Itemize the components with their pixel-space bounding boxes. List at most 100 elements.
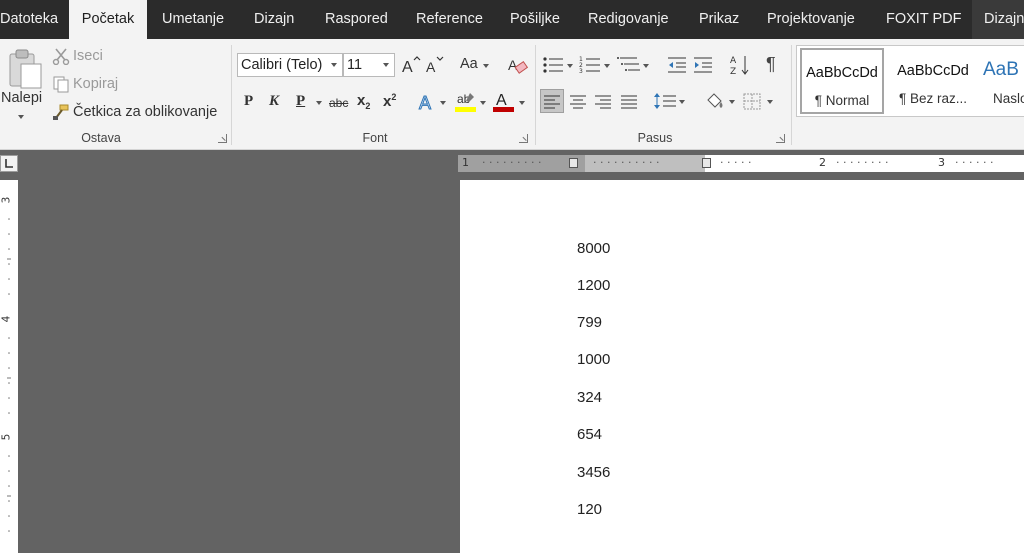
- multilevel-list-icon[interactable]: [617, 55, 641, 75]
- tab-developer[interactable]: Projektovanje: [767, 0, 855, 39]
- tab-selector-icon[interactable]: [0, 155, 18, 172]
- borders-icon[interactable]: [741, 90, 763, 112]
- bullets-icon[interactable]: [542, 55, 564, 75]
- style-heading-1[interactable]: AaB Naslo: [979, 48, 1024, 114]
- highlight-color-icon[interactable]: ab: [454, 90, 478, 114]
- document-paragraph[interactable]: 3456: [577, 464, 610, 481]
- paragraph-dialog-launcher-icon[interactable]: [776, 134, 785, 143]
- ruler-dots: · · · · · · · · ·: [482, 156, 542, 169]
- tab-review[interactable]: Redigovanje: [588, 0, 669, 39]
- underline-dropdown-icon[interactable]: [316, 101, 322, 105]
- format-painter-icon[interactable]: [52, 103, 70, 121]
- left-indent-marker[interactable]: [702, 158, 711, 168]
- superscript-button[interactable]: x2: [383, 92, 396, 110]
- tab-home[interactable]: Početak: [69, 0, 147, 40]
- line-spacing-dropdown-icon[interactable]: [679, 100, 685, 104]
- document-paragraph[interactable]: 799: [577, 314, 602, 331]
- paste-label[interactable]: Nalepi: [1, 90, 42, 106]
- text-effects-dropdown-icon[interactable]: [440, 101, 446, 105]
- text-effects-icon[interactable]: A: [417, 91, 439, 114]
- vertical-ruler[interactable]: 3 4 5: [0, 180, 18, 553]
- tab-file[interactable]: Datoteka: [0, 0, 58, 39]
- tab-insert[interactable]: Umetanje: [162, 0, 224, 39]
- font-color-dropdown-icon[interactable]: [519, 101, 525, 105]
- shading-dropdown-icon[interactable]: [729, 100, 735, 104]
- group-divider: [791, 45, 792, 145]
- paste-dropdown-icon[interactable]: [18, 115, 24, 119]
- tab-layout[interactable]: Raspored: [325, 0, 388, 39]
- multilevel-dropdown-icon[interactable]: [643, 64, 649, 68]
- cut-icon[interactable]: [52, 47, 70, 66]
- numbering-icon[interactable]: 123: [579, 55, 601, 75]
- font-name-value: Calibri (Telo): [241, 57, 323, 73]
- italic-button[interactable]: K: [269, 93, 279, 110]
- clipboard-group-label: Ostava: [81, 131, 121, 145]
- tab-view[interactable]: Prikaz: [699, 0, 739, 39]
- bullets-dropdown-icon[interactable]: [567, 64, 573, 68]
- chevron-down-icon[interactable]: [379, 54, 394, 76]
- font-color-icon[interactable]: A: [492, 90, 516, 114]
- chevron-down-icon[interactable]: [327, 54, 342, 76]
- highlight-dropdown-icon[interactable]: [480, 101, 486, 105]
- ruler-dots: · · · · · · · · · ·: [593, 156, 660, 169]
- change-case-dropdown-icon[interactable]: [483, 64, 489, 68]
- tab-contextual-design[interactable]: Dizajn: [972, 0, 1024, 39]
- svg-text:Z: Z: [730, 67, 736, 76]
- decrease-indent-icon[interactable]: [667, 55, 687, 75]
- shrink-font-icon[interactable]: A: [425, 55, 445, 75]
- superscript-2: 2: [391, 92, 397, 102]
- font-name-combobox[interactable]: Calibri (Telo): [237, 53, 343, 77]
- cut-label[interactable]: Iseci: [73, 48, 103, 64]
- strikethrough-button[interactable]: abc: [329, 96, 348, 110]
- numbering-dropdown-icon[interactable]: [604, 64, 610, 68]
- tab-foxit-pdf[interactable]: FOXIT PDF: [886, 0, 961, 39]
- clear-formatting-icon[interactable]: A: [507, 55, 529, 77]
- ruler-number: 3: [938, 156, 945, 169]
- tab-references[interactable]: Reference: [416, 0, 483, 39]
- line-spacing-icon[interactable]: [653, 90, 677, 112]
- ruler-dots: · · · · ·: [720, 156, 752, 169]
- paste-icon[interactable]: [7, 48, 43, 90]
- document-paragraph[interactable]: 120: [577, 501, 602, 518]
- document-paragraph[interactable]: 324: [577, 389, 602, 406]
- style-sample: AaB: [983, 59, 1019, 80]
- style-no-spacing[interactable]: AaBbCcDd ¶ Bez raz...: [891, 48, 975, 114]
- borders-dropdown-icon[interactable]: [767, 100, 773, 104]
- svg-text:A: A: [426, 59, 436, 75]
- document-paragraph[interactable]: 8000: [577, 240, 610, 257]
- horizontal-ruler[interactable]: 1 · · · · · · · · · · · · · · · · · · · …: [458, 155, 1024, 172]
- justify-icon[interactable]: [618, 90, 640, 112]
- styles-gallery: AaBbCcDd ¶ Normal AaBbCcDd ¶ Bez raz... …: [796, 45, 1024, 117]
- clipboard-dialog-launcher-icon[interactable]: [218, 134, 227, 143]
- style-name: Naslo: [993, 91, 1024, 106]
- style-name: ¶ Normal: [814, 93, 870, 108]
- group-divider: [231, 45, 232, 145]
- tab-mailings[interactable]: Pošiljke: [510, 0, 560, 39]
- first-line-indent-marker[interactable]: [569, 158, 578, 168]
- document-paragraph[interactable]: 654: [577, 426, 602, 443]
- shading-icon[interactable]: [704, 90, 726, 112]
- subscript-button[interactable]: x2: [357, 92, 370, 111]
- underline-button[interactable]: P: [296, 93, 305, 110]
- align-left-icon[interactable]: [540, 89, 564, 113]
- show-formatting-marks-icon[interactable]: ¶: [766, 54, 776, 75]
- svg-text:A: A: [730, 56, 737, 66]
- format-painter-label[interactable]: Četkica za oblikovanje: [73, 104, 217, 120]
- increase-indent-icon[interactable]: [693, 55, 713, 75]
- bold-button[interactable]: P: [244, 93, 253, 110]
- change-case-button[interactable]: Aa: [460, 56, 478, 72]
- document-paragraph[interactable]: 1200: [577, 277, 610, 294]
- document-paragraph[interactable]: 1000: [577, 351, 610, 368]
- align-center-icon[interactable]: [567, 90, 589, 112]
- copy-icon[interactable]: [52, 75, 70, 93]
- tab-design[interactable]: Dizajn: [254, 0, 294, 39]
- font-dialog-launcher-icon[interactable]: [519, 134, 528, 143]
- document-page[interactable]: 8000 1200 799 1000 324 654 3456 120: [460, 180, 1024, 553]
- grow-font-icon[interactable]: A: [401, 55, 421, 76]
- style-name: ¶ Bez raz...: [898, 91, 968, 106]
- align-right-icon[interactable]: [592, 90, 614, 112]
- style-normal[interactable]: AaBbCcDd ¶ Normal: [800, 48, 884, 114]
- sort-icon[interactable]: AZ: [730, 54, 750, 77]
- copy-label[interactable]: Kopiraj: [73, 76, 118, 92]
- font-size-combobox[interactable]: 11: [343, 53, 395, 77]
